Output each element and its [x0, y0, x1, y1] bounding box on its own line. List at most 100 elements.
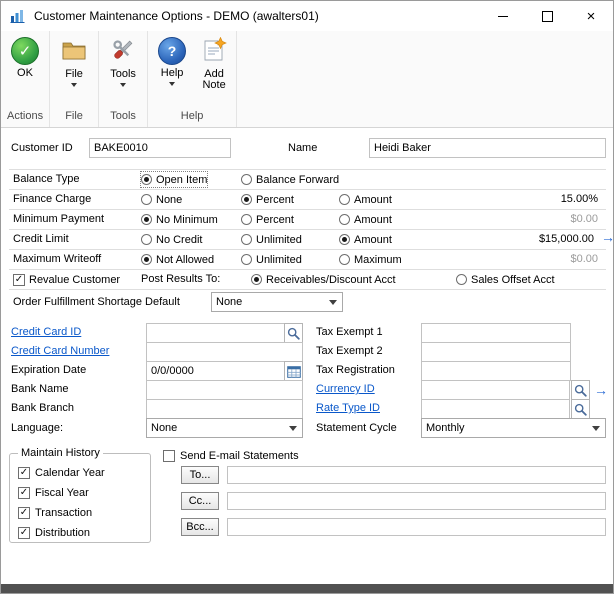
maximum-writeoff-not-allowed-radio[interactable]: Not Allowed — [141, 252, 214, 267]
bcc-field[interactable] — [227, 518, 606, 536]
order-fulfillment-row: Order Fulfillment Shortage Default None — [9, 290, 606, 315]
tax-exempt-1-field[interactable] — [421, 323, 571, 343]
cc-button[interactable]: Cc... — [181, 492, 219, 510]
checkbox-label: Transaction — [35, 507, 92, 519]
radio-icon — [251, 274, 262, 285]
bank-name-field[interactable] — [146, 380, 303, 400]
currency-id-lookup-button[interactable] — [571, 380, 590, 400]
radio-label: None — [156, 194, 182, 206]
expiration-date-field[interactable]: 0/0/0000 — [146, 361, 285, 381]
finance-charge-percent-radio[interactable]: Percent — [241, 192, 294, 207]
folder-icon — [61, 37, 87, 66]
checkbox-icon — [163, 450, 175, 462]
credit-limit-no-credit-radio[interactable]: No Credit — [141, 232, 202, 247]
transaction-checkbox[interactable]: Transaction — [18, 505, 92, 520]
add-note-button-label: Add Note — [199, 69, 229, 91]
credit-card-id-link[interactable]: Credit Card ID — [11, 323, 81, 342]
to-field[interactable] — [227, 466, 606, 484]
rate-type-id-lookup-button[interactable] — [571, 399, 590, 419]
maximum-writeoff-unlimited-radio[interactable]: Unlimited — [241, 252, 302, 267]
file-button[interactable]: File — [52, 35, 96, 87]
help-button[interactable]: ? Help — [150, 35, 194, 86]
cc-field[interactable] — [227, 492, 606, 510]
order-fulfillment-dropdown[interactable]: None — [211, 292, 343, 312]
window-bottom-edge — [1, 584, 613, 593]
credit-card-number-link[interactable]: Credit Card Number — [11, 342, 109, 361]
receivables-discount-acct-radio[interactable]: Receivables/Discount Acct — [251, 272, 396, 287]
maximum-writeoff-row: Maximum Writeoff Not Allowed Unlimited M… — [9, 250, 606, 270]
calendar-icon — [287, 365, 301, 378]
tax-exempt-2-field[interactable] — [421, 342, 571, 362]
maximum-writeoff-maximum-radio[interactable]: Maximum — [339, 252, 402, 267]
tools-button[interactable]: Tools — [101, 35, 145, 87]
radio-label: Sales Offset Acct — [471, 274, 555, 286]
radio-label: Open Item — [156, 174, 207, 186]
maximize-button[interactable] — [525, 1, 569, 31]
radio-label: No Minimum — [156, 214, 218, 226]
calendar-year-checkbox[interactable]: Calendar Year — [18, 465, 105, 480]
radio-icon — [339, 254, 350, 265]
distribution-checkbox[interactable]: Distribution — [18, 525, 90, 540]
language-label: Language: — [11, 419, 63, 438]
open-item-radio[interactable]: Open Item — [141, 172, 207, 187]
finance-charge-amount-radio[interactable]: Amount — [339, 192, 392, 207]
finance-charge-label: Finance Charge — [13, 190, 91, 209]
tax-registration-label: Tax Registration — [316, 361, 395, 380]
checkbox-label: Distribution — [35, 527, 90, 539]
ribbon: ✓ OK Actions File Fi — [1, 31, 613, 128]
radio-icon — [339, 194, 350, 205]
minimum-payment-percent-radio[interactable]: Percent — [241, 212, 294, 227]
balance-forward-radio[interactable]: Balance Forward — [241, 172, 339, 187]
name-field[interactable]: Heidi Baker — [369, 138, 606, 158]
close-icon: × — [587, 9, 596, 24]
currency-id-link[interactable]: Currency ID — [316, 380, 375, 399]
options-table: Balance Type Open Item Balance Forward F… — [9, 169, 606, 315]
checkbox-icon — [18, 507, 30, 519]
credit-card-id-lookup-button[interactable] — [284, 323, 303, 343]
add-note-button[interactable]: Add Note — [194, 35, 234, 91]
checkbox-icon — [13, 274, 25, 286]
rate-type-id-link[interactable]: Rate Type ID — [316, 399, 380, 418]
ok-button-label: OK — [17, 68, 33, 79]
name-label: Name — [288, 139, 317, 158]
expiration-date-label: Expiration Date — [11, 361, 86, 380]
app-icon — [10, 8, 26, 24]
minimum-payment-amount-radio[interactable]: Amount — [339, 212, 392, 227]
tax-registration-field[interactable] — [421, 361, 571, 381]
credit-limit-amount-radio[interactable]: Amount — [339, 232, 392, 247]
credit-limit-value[interactable]: $15,000.00 — [539, 230, 594, 249]
finance-charge-value[interactable]: 15.00% — [561, 190, 598, 209]
minimum-payment-no-minimum-radio[interactable]: No Minimum — [141, 212, 218, 227]
radio-label: No Credit — [156, 234, 202, 246]
ok-button[interactable]: ✓ OK — [3, 35, 47, 79]
radio-icon — [141, 254, 152, 265]
finance-charge-none-radio[interactable]: None — [141, 192, 182, 207]
currency-id-expansion-arrow[interactable]: → — [594, 383, 608, 397]
statement-cycle-dropdown[interactable]: Monthly — [421, 418, 606, 438]
radio-label: Receivables/Discount Acct — [266, 274, 396, 286]
ribbon-group-file: File File — [50, 31, 99, 127]
checkbox-icon — [18, 527, 30, 539]
fiscal-year-checkbox[interactable]: Fiscal Year — [18, 485, 89, 500]
language-dropdown[interactable]: None — [146, 418, 303, 438]
currency-id-field[interactable] — [421, 380, 570, 400]
radio-icon — [241, 174, 252, 185]
bcc-button[interactable]: Bcc... — [181, 518, 219, 536]
rate-type-id-field[interactable] — [421, 399, 570, 419]
sales-offset-acct-radio[interactable]: Sales Offset Acct — [456, 272, 555, 287]
customer-id-field[interactable]: BAKE0010 — [89, 138, 231, 158]
bank-branch-field[interactable] — [146, 399, 303, 419]
minimize-button[interactable] — [481, 1, 525, 31]
credit-card-number-field[interactable] — [146, 342, 303, 362]
checkbox-label: Revalue Customer — [29, 274, 120, 286]
expiration-date-calendar-button[interactable] — [284, 361, 303, 381]
credit-limit-unlimited-radio[interactable]: Unlimited — [241, 232, 302, 247]
credit-card-id-field[interactable] — [146, 323, 285, 343]
close-button[interactable]: × — [569, 1, 613, 31]
to-button[interactable]: To... — [181, 466, 219, 484]
revalue-customer-checkbox[interactable]: Revalue Customer — [13, 272, 120, 287]
send-email-statements-checkbox[interactable]: Send E-mail Statements — [163, 448, 299, 463]
credit-limit-expansion-arrow[interactable]: → — [601, 230, 614, 244]
radio-label: Amount — [354, 214, 392, 226]
radio-icon — [141, 174, 152, 185]
